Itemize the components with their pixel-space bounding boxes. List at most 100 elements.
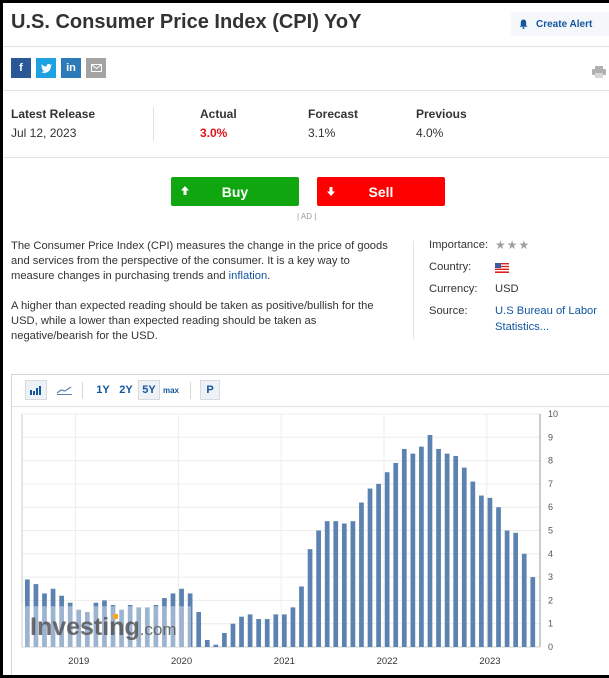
bell-icon xyxy=(519,19,528,29)
description: The Consumer Price Index (CPI) measures … xyxy=(11,239,396,359)
page: U.S. Consumer Price Index (CPI) YoY Crea… xyxy=(3,3,609,675)
y-tick-label: 4 xyxy=(548,549,553,559)
range-max-button[interactable]: max xyxy=(160,380,182,400)
line-chart-toggle[interactable] xyxy=(53,380,75,400)
range-1y-button[interactable]: 1Y xyxy=(92,380,114,400)
us-flag-icon xyxy=(495,263,509,273)
star-icon: ★ xyxy=(506,238,518,252)
divider xyxy=(413,241,414,339)
currency-label: Currency: xyxy=(429,283,478,295)
bar xyxy=(341,523,347,647)
y-tick-label: 9 xyxy=(548,432,553,442)
latest-release-date: Jul 12, 2023 xyxy=(11,126,77,140)
arrow-up-icon xyxy=(181,186,189,195)
previous-label: Previous xyxy=(416,107,467,121)
bar xyxy=(324,521,330,647)
bar xyxy=(470,481,476,647)
bar xyxy=(461,467,467,647)
bar xyxy=(436,448,441,647)
bar xyxy=(521,553,527,647)
forecast-value: 3.1% xyxy=(308,126,336,140)
buy-label: Buy xyxy=(221,183,249,200)
bar xyxy=(487,497,493,647)
bar xyxy=(530,577,536,647)
bar-chart-icon xyxy=(29,385,41,395)
social-share-bar: f in xyxy=(11,58,106,78)
facebook-share-button[interactable]: f xyxy=(11,58,31,78)
divider xyxy=(3,157,609,158)
buy-button[interactable]: Buy xyxy=(171,177,299,206)
create-alert-button[interactable]: Create Alert xyxy=(511,12,609,36)
twitter-share-button[interactable] xyxy=(36,58,56,78)
description-paragraph: A higher than expected reading should be… xyxy=(11,300,374,342)
y-tick-label: 8 xyxy=(548,456,553,466)
description-text: The Consumer Price Index (CPI) measures … xyxy=(11,240,388,282)
divider xyxy=(190,382,191,399)
country-row: Country: xyxy=(429,261,605,283)
range-2y-button[interactable]: 2Y xyxy=(115,380,137,400)
bar xyxy=(410,453,416,647)
facebook-icon: f xyxy=(19,62,23,74)
bar xyxy=(496,507,501,647)
bar xyxy=(479,495,484,647)
arrow-down-icon xyxy=(327,187,335,196)
bar xyxy=(393,462,399,647)
y-tick-label: 5 xyxy=(548,526,553,536)
ad-label: | AD | xyxy=(297,212,317,221)
x-tick-label: 2021 xyxy=(274,656,295,667)
latest-release-label: Latest Release xyxy=(11,107,96,121)
y-tick-label: 7 xyxy=(548,479,553,489)
email-icon xyxy=(90,64,102,72)
bar xyxy=(419,446,424,647)
bar xyxy=(350,521,356,647)
currency-row: Currency: USD xyxy=(429,283,605,305)
bar xyxy=(504,530,510,647)
importance-stars: ★ ★ ★ xyxy=(495,239,529,261)
divider xyxy=(82,382,83,399)
line-chart-icon xyxy=(56,386,72,395)
star-icon: ★ xyxy=(518,238,530,252)
sell-label: Sell xyxy=(368,183,394,200)
range-5y-button[interactable]: 5Y xyxy=(138,380,160,400)
currency-value: USD xyxy=(495,283,519,295)
chart-toolbar: 1Y 2Y 5Y max P xyxy=(12,375,609,407)
bar xyxy=(204,640,210,647)
p-button[interactable]: P xyxy=(200,380,220,400)
divider xyxy=(153,107,154,141)
bar xyxy=(307,549,313,647)
bar xyxy=(290,607,296,647)
bar xyxy=(401,448,407,647)
bar xyxy=(513,532,519,647)
page-title: U.S. Consumer Price Index (CPI) YoY xyxy=(11,11,362,33)
cpi-bar-chart: 0123456789102019 2020 2021 2022 2023Investin… xyxy=(21,409,558,667)
actual-value: 3.0% xyxy=(200,126,228,140)
previous-value: 4.0% xyxy=(416,126,444,140)
email-share-button[interactable] xyxy=(86,58,106,78)
source-link[interactable]: U.S Bureau of Labor Statistics... xyxy=(495,303,605,333)
bar xyxy=(196,612,202,647)
divider xyxy=(3,46,609,47)
y-tick-label: 3 xyxy=(548,572,553,582)
inflation-link[interactable]: inflation xyxy=(229,270,268,282)
bar xyxy=(273,614,279,647)
forecast-label: Forecast xyxy=(308,107,359,121)
divider xyxy=(3,90,609,91)
bar xyxy=(256,619,262,647)
x-tick-label: 2020 xyxy=(171,656,192,667)
watermark-dot xyxy=(113,614,118,619)
importance-label: Importance: xyxy=(429,239,489,251)
bar-chart-toggle[interactable] xyxy=(25,380,47,400)
source-label: Source: xyxy=(429,305,468,317)
sell-button[interactable]: Sell xyxy=(317,177,445,206)
y-tick-label: 10 xyxy=(548,409,558,419)
bar xyxy=(367,488,373,647)
twitter-icon xyxy=(40,63,52,73)
linkedin-icon: in xyxy=(66,62,76,74)
event-info: Importance: ★ ★ ★ Country: Currency: USD xyxy=(429,239,605,333)
linkedin-share-button[interactable]: in xyxy=(61,58,81,78)
y-tick-label: 2 xyxy=(548,595,553,605)
latest-release: Latest Release Jul 12, 2023 xyxy=(11,107,95,140)
printer-icon[interactable] xyxy=(592,66,606,78)
create-alert-label: Create Alert xyxy=(536,18,593,30)
source-row: Source: U.S Bureau of Labor Statistics..… xyxy=(429,303,605,333)
